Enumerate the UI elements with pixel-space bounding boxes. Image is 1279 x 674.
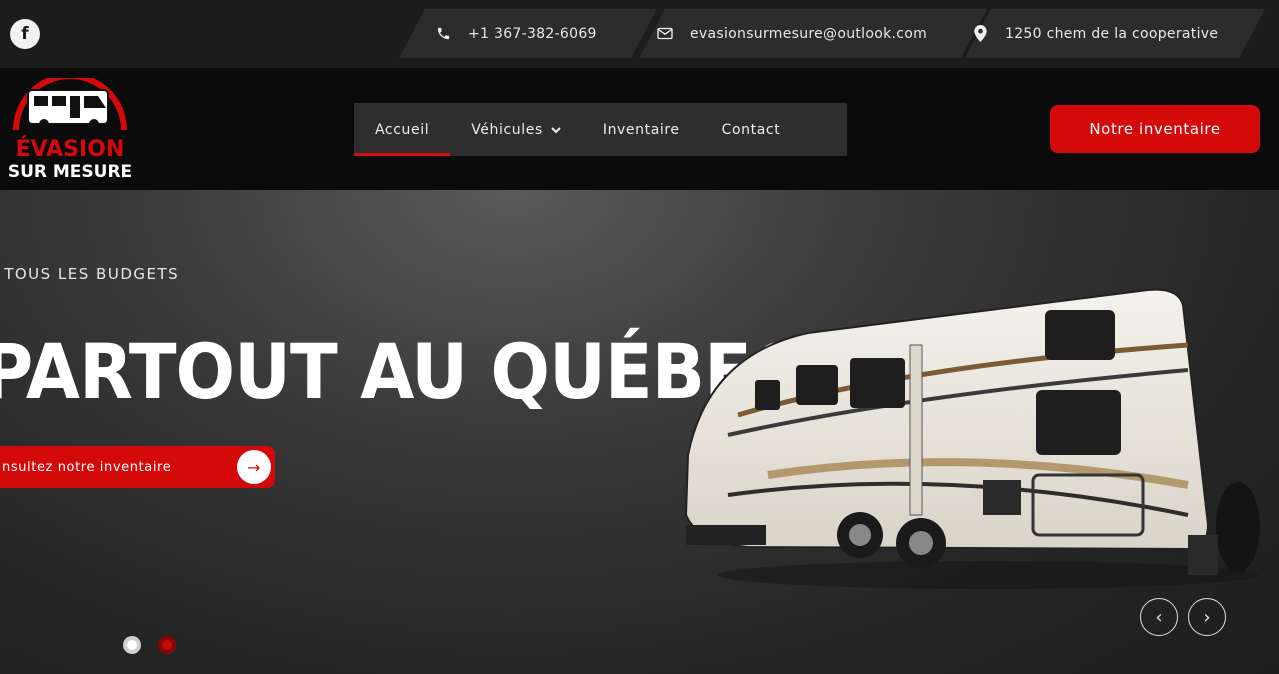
map-pin-icon (971, 25, 989, 43)
phone-number: +1 367-382-6069 (468, 25, 597, 42)
nav-item-contact[interactable]: Contact (701, 103, 802, 156)
nav-label: Véhicules (471, 121, 543, 138)
nav-label: Contact (721, 121, 781, 138)
chevron-right-icon: › (1203, 606, 1211, 628)
notre-inventaire-button[interactable]: Notre inventaire (1050, 105, 1260, 153)
email-link[interactable]: evasionsurmesure@outlook.com (656, 9, 927, 58)
hero-button-label: nsultez notre inventaire (2, 459, 172, 475)
nav-item-accueil[interactable]: Accueil (354, 103, 451, 156)
brand-logo[interactable]: ÉVASION SUR MESURE (8, 73, 132, 182)
chevron-down-icon (551, 122, 561, 138)
nav-label: Accueil (375, 121, 430, 138)
top-bar: f +1 367-382-6069 evasionsurmesure@outlo… (0, 0, 1279, 68)
nav-item-vehicules[interactable]: Véhicules (450, 103, 582, 156)
arrow-right-icon: → (237, 450, 271, 484)
chevron-left-icon: ‹ (1155, 606, 1163, 628)
slide-dot-2[interactable] (158, 636, 176, 654)
address-text: 1250 chem de la cooperative (1005, 25, 1219, 42)
main-nav: Accueil Véhicules Inventaire Contact (354, 103, 847, 156)
address-link[interactable]: 1250 chem de la cooperative (971, 9, 1218, 58)
hero-slider: R TOUS LES BUDGETS PARTOUT AU QUÉBEC nsu… (0, 190, 1279, 674)
nav-label: Inventaire (602, 121, 680, 138)
nav-item-inventaire[interactable]: Inventaire (582, 103, 701, 156)
svg-text:ÉVASION: ÉVASION (16, 136, 125, 162)
envelope-icon (656, 25, 674, 43)
next-slide-button[interactable]: › (1188, 598, 1226, 636)
email-address: evasionsurmesure@outlook.com (690, 25, 928, 42)
view-inventory-button[interactable]: nsultez notre inventaire → (0, 446, 275, 488)
prev-slide-button[interactable]: ‹ (1140, 598, 1178, 636)
svg-text:SUR MESURE: SUR MESURE (8, 162, 132, 182)
phone-link[interactable]: +1 367-382-6069 (434, 9, 597, 58)
travel-trailer-image (684, 288, 1260, 589)
facebook-icon[interactable]: f (10, 19, 40, 49)
slide-dot-1[interactable] (123, 636, 141, 654)
hero-subtitle: R TOUS LES BUDGETS (0, 265, 180, 283)
phone-icon (434, 25, 452, 43)
